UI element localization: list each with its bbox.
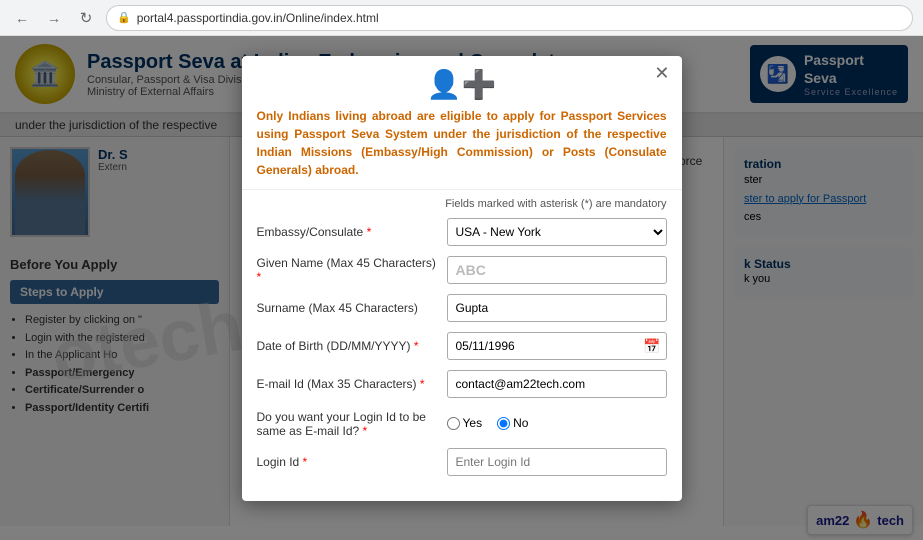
login-id-required: * (303, 455, 308, 469)
dob-input[interactable] (447, 332, 667, 360)
given-name-input-placeholder: ABC (447, 256, 667, 284)
dob-label: Date of Birth (DD/MM/YYYY) * (257, 339, 437, 353)
forward-button[interactable]: → (42, 6, 66, 30)
embassy-required: * (367, 225, 372, 239)
surname-row: Surname (Max 45 Characters) (257, 294, 667, 322)
url-text: portal4.passportindia.gov.in/Online/inde… (137, 11, 379, 25)
given-name-row: Given Name (Max 45 Characters) * ABC (257, 256, 667, 284)
login-same-row: Do you want your Login Id to be same as … (257, 408, 667, 438)
dob-row: Date of Birth (DD/MM/YYYY) * 📅 (257, 332, 667, 360)
embassy-row: Embassy/Consulate * USA - New YorkUSA - … (257, 218, 667, 246)
login-id-label: Login Id * (257, 455, 437, 469)
surname-input[interactable] (447, 294, 667, 322)
login-id-row: Login Id * (257, 448, 667, 476)
browser-chrome: ← → ↻ 🔒 portal4.passportindia.gov.in/Onl… (0, 0, 923, 36)
embassy-label: Embassy/Consulate * (257, 225, 437, 239)
modal-body: Fields marked with asterisk (*) are mand… (242, 189, 682, 501)
surname-label: Surname (Max 45 Characters) (257, 301, 437, 315)
modal-notice-text: Only Indians living abroad are eligible … (242, 101, 682, 189)
radio-no[interactable] (497, 417, 510, 430)
login-same-required: * (363, 424, 368, 438)
dob-required: * (414, 339, 419, 353)
modal-person-icon: 👤➕ (427, 68, 497, 101)
radio-no-label[interactable]: No (497, 416, 528, 430)
given-name-required: * (257, 270, 262, 284)
radio-yes-label[interactable]: Yes (447, 416, 483, 430)
login-same-radio-group: Yes No (447, 416, 667, 430)
modal-close-button[interactable]: ✕ (654, 64, 669, 82)
mandatory-note: Fields marked with asterisk (*) are mand… (257, 198, 667, 210)
email-input[interactable] (447, 370, 667, 398)
modal-dialog: 👤➕ ✕ Only Indians living abroad are elig… (242, 56, 682, 501)
radio-yes[interactable] (447, 417, 460, 430)
login-id-input[interactable] (447, 448, 667, 476)
lock-icon: 🔒 (117, 11, 131, 24)
reload-button[interactable]: ↻ (74, 6, 98, 30)
modal-header: 👤➕ ✕ (242, 56, 682, 101)
email-label: E-mail Id (Max 35 Characters) * (257, 377, 437, 391)
email-row: E-mail Id (Max 35 Characters) * (257, 370, 667, 398)
address-bar[interactable]: 🔒 portal4.passportindia.gov.in/Online/in… (106, 5, 913, 31)
back-button[interactable]: ← (10, 6, 34, 30)
login-same-label: Do you want your Login Id to be same as … (257, 408, 437, 438)
modal-overlay: 👤➕ ✕ Only Indians living abroad are elig… (0, 36, 923, 540)
given-name-label: Given Name (Max 45 Characters) * (257, 256, 437, 284)
embassy-select[interactable]: USA - New YorkUSA - ChicagoUSA - Houston… (447, 218, 667, 246)
email-required: * (420, 377, 425, 391)
page-content: 🏛️ Passport Seva at Indian Embassies and… (0, 36, 923, 540)
dob-input-wrapper: 📅 (447, 332, 667, 360)
